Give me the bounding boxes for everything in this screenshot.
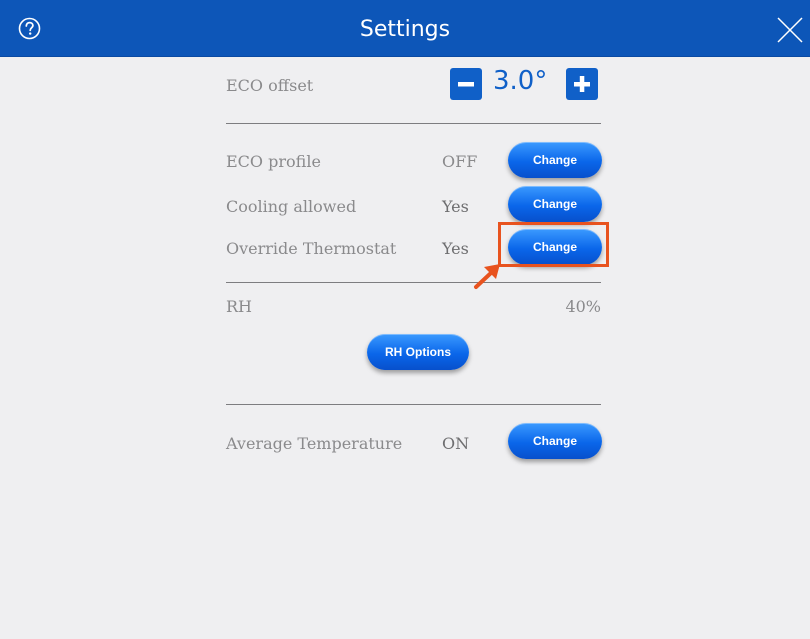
close-x-icon[interactable] xyxy=(775,15,805,45)
eco-profile-label: ECO profile xyxy=(226,152,321,171)
override-thermostat-value: Yes xyxy=(442,239,469,258)
eco-offset-value: 3.0° xyxy=(493,66,548,96)
rh-value: 40% xyxy=(565,297,601,316)
highlight-box xyxy=(498,222,609,267)
eco-profile-value: OFF xyxy=(442,152,478,171)
plus-icon[interactable] xyxy=(566,68,598,100)
minus-icon[interactable] xyxy=(450,68,482,100)
divider xyxy=(226,404,601,405)
eco-profile-change-button[interactable]: Change xyxy=(508,142,602,178)
page-title: Settings xyxy=(359,17,451,42)
override-thermostat-label: Override Thermostat xyxy=(226,239,397,258)
average-temperature-value: ON xyxy=(442,434,470,453)
pointer-arrow-icon xyxy=(474,264,500,289)
settings-page: Settings ECO offset 3.0° ECO profile OFF… xyxy=(0,0,810,639)
rh-options-button[interactable]: RH Options xyxy=(367,334,469,370)
rh-label: RH xyxy=(226,297,252,316)
cooling-allowed-change-button[interactable]: Change xyxy=(508,186,602,222)
average-temperature-change-button[interactable]: Change xyxy=(508,423,602,459)
eco-offset-label: ECO offset xyxy=(226,76,314,95)
average-temperature-label: Average Temperature xyxy=(226,434,403,453)
cooling-allowed-label: Cooling allowed xyxy=(226,197,357,216)
cooling-allowed-value: Yes xyxy=(442,197,469,216)
divider xyxy=(226,123,601,124)
divider xyxy=(226,282,601,283)
header-bar: Settings xyxy=(0,0,810,57)
